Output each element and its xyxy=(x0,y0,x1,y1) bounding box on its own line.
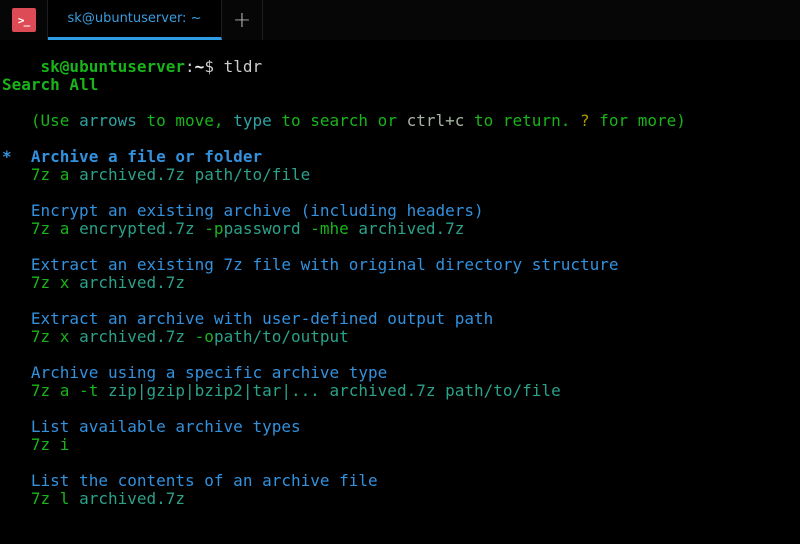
tab-title: sk@ubuntuserver: ~ xyxy=(68,11,202,26)
hint-line: (Use arrows to move, type to search or c… xyxy=(2,112,800,130)
tldr-entry[interactable]: * Archive a file or folder7z a archived.7… xyxy=(2,148,800,184)
text-segment-param: archived.7z path/to/file xyxy=(79,165,310,184)
text-segment-param: archived.7z xyxy=(79,273,185,292)
tldr-entry[interactable]: Extract an existing 7z file with origina… xyxy=(2,256,800,292)
text-segment-green: (Use xyxy=(31,111,79,130)
prompt-path: ~ xyxy=(195,57,205,76)
tldr-entry[interactable]: List available archive types7z i xyxy=(2,418,800,454)
tldr-entry[interactable]: Extract an archive with user-defined out… xyxy=(2,310,800,346)
prompt-symbol: $ xyxy=(204,57,223,76)
tldr-entry[interactable]: Archive using a specific archive type7z … xyxy=(2,364,800,400)
entry-title-text: List available archive types xyxy=(31,417,301,436)
text-segment-param: zip|gzip|bzip2|tar|... archived.7z path/… xyxy=(108,381,561,400)
terminal-icon: >_ xyxy=(12,8,36,32)
entry-title-text: Encrypt an existing archive (including h… xyxy=(31,201,484,220)
text-segment-key: type xyxy=(233,111,272,130)
terminal-viewport[interactable]: sk@ubuntuserver:~$ tldr Search All (Use … xyxy=(0,40,800,544)
text-segment-param: password xyxy=(224,219,301,238)
text-segment-cmd: 7z i xyxy=(31,435,70,454)
entry-title: Extract an archive with user-defined out… xyxy=(2,310,800,328)
entry-title: Encrypt an existing archive (including h… xyxy=(2,202,800,220)
tab-bar: >_ sk@ubuntuserver: ~ + xyxy=(0,0,800,40)
entry-title: List the contents of an archive file xyxy=(2,472,800,490)
text-segment-cmd: -mhe xyxy=(301,219,359,238)
entry-title-text: Archive a file or folder xyxy=(31,147,262,166)
text-segment-green: to search or xyxy=(272,111,407,130)
text-segment-param: archived.7z xyxy=(79,327,185,346)
entry-title-text: Extract an archive with user-defined out… xyxy=(31,309,493,328)
prompt-separator: : xyxy=(185,57,195,76)
entry-command: 7z x archived.7z xyxy=(2,274,800,292)
entry-command: 7z l archived.7z xyxy=(2,490,800,508)
text-segment-green: for more) xyxy=(590,111,686,130)
entry-title-text: List the contents of an archive file xyxy=(31,471,378,490)
entry-title: List available archive types xyxy=(2,418,800,436)
typed-command: tldr xyxy=(224,57,263,76)
tldr-entry[interactable]: List the contents of an archive file7z l… xyxy=(2,472,800,508)
text-segment-green: to return. xyxy=(464,111,580,130)
entry-command: 7z x archived.7z -opath/to/output xyxy=(2,328,800,346)
window-menu-button[interactable]: >_ xyxy=(0,0,48,40)
text-segment-cmd: 7z a xyxy=(31,165,79,184)
text-segment-green: to move, xyxy=(137,111,233,130)
entry-command: 7z i xyxy=(2,436,800,454)
prompt-line: sk@ubuntuserver:~$ tldr xyxy=(2,40,800,58)
text-segment-cmd: -o xyxy=(185,327,214,346)
text-segment-cmd: 7z a -t xyxy=(31,381,108,400)
text-segment-cmd: 7z l xyxy=(31,489,79,508)
entry-command: 7z a encrypted.7z -ppassword -mhe archiv… xyxy=(2,220,800,238)
text-segment-cmd: 7z x xyxy=(31,273,79,292)
selected-marker: * xyxy=(2,148,12,166)
tab-active[interactable]: sk@ubuntuserver: ~ xyxy=(48,0,222,40)
entry-command: 7z a archived.7z path/to/file xyxy=(2,166,800,184)
text-segment-cmd: -p xyxy=(195,219,224,238)
text-segment-kbd: ctrl+c xyxy=(407,111,465,130)
text-segment-cmd: 7z a xyxy=(31,219,79,238)
text-segment-question: ? xyxy=(580,111,590,130)
plus-icon: + xyxy=(233,8,251,33)
tldr-entry[interactable]: Encrypt an existing archive (including h… xyxy=(2,202,800,238)
entry-title-text: Extract an existing 7z file with origina… xyxy=(31,255,619,274)
entry-title: Extract an existing 7z file with origina… xyxy=(2,256,800,274)
text-segment-param: archived.7z xyxy=(358,219,464,238)
entry-title: * Archive a file or folder xyxy=(2,148,800,166)
text-segment-param: encrypted.7z xyxy=(79,219,195,238)
tldr-entry-list: *Archive a file or folder7z a archived.7… xyxy=(2,148,800,508)
new-tab-button[interactable]: + xyxy=(222,0,263,40)
prompt-user-host: sk@ubuntuserver xyxy=(41,57,186,76)
text-segment-key: arrows xyxy=(79,111,137,130)
text-segment-param: archived.7z xyxy=(79,489,185,508)
search-heading: Search All xyxy=(2,76,800,94)
entry-command: 7z a -t zip|gzip|bzip2|tar|... archived.… xyxy=(2,382,800,400)
entry-title: Archive using a specific archive type xyxy=(2,364,800,382)
entry-title-text: Archive using a specific archive type xyxy=(31,363,387,382)
text-segment-cmd: 7z x xyxy=(31,327,79,346)
text-segment-param: path/to/output xyxy=(214,327,349,346)
